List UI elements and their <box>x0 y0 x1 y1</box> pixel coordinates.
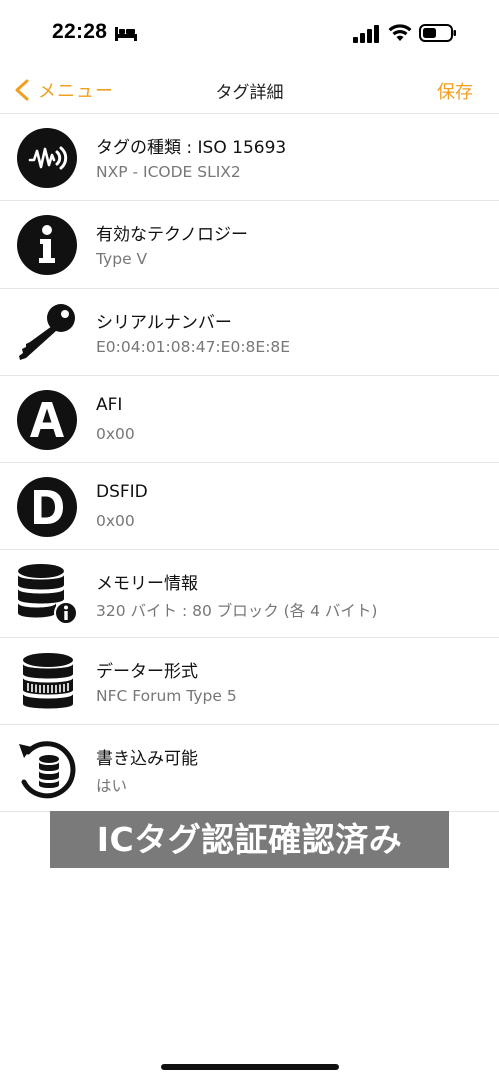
row-value: Type V <box>96 250 148 269</box>
status-bar: 22:28 <box>0 0 499 66</box>
sleep-bed-icon <box>115 27 137 41</box>
row-value: 0x00 <box>96 512 135 531</box>
cellular-signal-icon <box>353 25 379 43</box>
row-title: データー形式 <box>96 661 198 682</box>
verification-caption: ICタグ認証確認済み <box>50 811 449 868</box>
row-value: NFC Forum Type 5 <box>96 686 237 705</box>
row-title: AFI <box>96 394 123 415</box>
row-memory-info[interactable]: メモリー情報 320 バイト : 80 ブロック (各 4 バイト) <box>0 550 499 638</box>
row-value: NXP - ICODE SLIX2 <box>96 163 241 181</box>
battery-icon <box>419 24 456 42</box>
row-serial-number[interactable]: シリアルナンバー E0:04:01:08:47:E0:8E:8E <box>0 289 499 376</box>
database-info-icon <box>18 564 78 626</box>
wifi-icon <box>388 24 412 41</box>
row-title: タグの種類 : ISO 15693 <box>96 138 287 158</box>
row-value: 0x00 <box>96 424 135 443</box>
row-title: DSFID <box>96 482 148 503</box>
row-writable[interactable]: 書き込み可能 はい <box>0 725 499 813</box>
save-button[interactable]: 保存 <box>437 78 473 104</box>
status-time: 22:28 <box>52 20 108 43</box>
row-technology[interactable]: 有効なテクノロジー Type V <box>0 201 499 289</box>
database-format-icon <box>23 652 73 709</box>
row-afi[interactable]: AFI 0x00 <box>0 376 499 464</box>
row-value: 320 バイト : 80 ブロック (各 4 バイト) <box>96 602 378 621</box>
navigation-bar: メニュー タグ詳細 保存 <box>0 66 499 114</box>
row-tag-type[interactable]: タグの種類 : ISO 15693 NXP - ICODE SLIX2 <box>0 114 499 202</box>
row-title: メモリー情報 <box>96 574 198 595</box>
row-title: 有効なテクノロジー <box>96 225 248 246</box>
row-title: シリアルナンバー <box>96 312 232 333</box>
letter-d-icon <box>17 477 77 538</box>
tag-detail-list: タグの種類 : ISO 15693 NXP - ICODE SLIX2 有効なテ… <box>0 114 499 813</box>
nfc-signal-icon <box>17 128 77 188</box>
row-value: E0:04:01:08:47:E0:8E:8E <box>96 337 291 356</box>
database-refresh-icon <box>19 741 76 799</box>
home-indicator[interactable] <box>161 1064 339 1070</box>
row-value: はい <box>96 777 128 796</box>
row-dsfid[interactable]: DSFID 0x00 <box>0 463 499 551</box>
page-title: タグ詳細 <box>215 83 284 103</box>
letter-a-icon <box>17 389 77 450</box>
key-icon <box>19 303 75 360</box>
info-icon <box>17 215 77 276</box>
row-title: 書き込み可能 <box>96 749 198 770</box>
row-data-format[interactable]: データー形式 NFC Forum Type 5 <box>0 638 499 726</box>
